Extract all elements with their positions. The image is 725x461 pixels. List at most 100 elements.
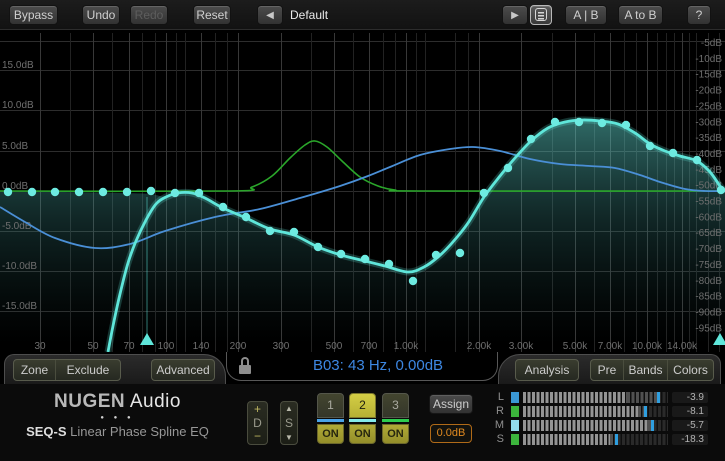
spline-node[interactable] (717, 186, 725, 194)
exclude-button[interactable]: Exclude (56, 360, 120, 380)
peak-marker (615, 434, 618, 445)
db-axis-label-left: 15.0dB (2, 60, 34, 71)
db-axis-label-right: -60dB (695, 212, 722, 223)
ab-compare-button[interactable]: A | B (565, 5, 607, 25)
zone-exclude-group: Zone Exclude (13, 359, 121, 381)
spline-node[interactable] (337, 250, 345, 258)
spline-node[interactable] (123, 188, 131, 196)
list-icon (535, 8, 547, 21)
meter-row-r: R -8.1 (0, 406, 725, 417)
level-meter (523, 420, 668, 431)
level-meter (523, 406, 668, 417)
meter-label: R (490, 406, 504, 417)
a-to-b-button[interactable]: A to B (618, 5, 663, 25)
advanced-button[interactable]: Advanced (151, 359, 215, 381)
spline-node[interactable] (195, 189, 203, 197)
freq-axis-label: 3.00k (509, 341, 534, 352)
eq-graph[interactable]: 15.0dB10.0dB5.0dB0.0dB-5.0dB-10.0dB-15.0… (0, 30, 725, 352)
spline-node[interactable] (504, 164, 512, 172)
meter-row-s: S -18.3 (0, 434, 725, 445)
view-toggle-group: Pre Bands Colors (590, 359, 714, 381)
db-axis-label-right: -55dB (695, 197, 722, 208)
freq-axis-label: 1.00k (394, 341, 419, 352)
level-meter (523, 434, 668, 445)
status-panel-right: Analysis Pre Bands Colors (498, 354, 721, 384)
spline-node[interactable] (409, 277, 417, 285)
spline-node[interactable] (480, 189, 488, 197)
freq-axis-label: 7.00k (598, 341, 623, 352)
spline-node[interactable] (669, 149, 677, 157)
freq-axis-label: 700 (361, 341, 378, 352)
freq-axis-label: 300 (273, 341, 290, 352)
spectrum-fill (0, 120, 725, 352)
spline-node[interactable] (147, 187, 155, 195)
spline-node[interactable] (314, 243, 322, 251)
db-axis-label-right: -70dB (695, 244, 722, 255)
freq-axis-label: 200 (230, 341, 247, 352)
spline-node[interactable] (99, 188, 107, 196)
freq-axis-label: 70 (123, 341, 135, 352)
db-axis-label-right: -65dB (695, 228, 722, 239)
previous-preset-icon[interactable]: ◀ (257, 5, 283, 25)
freq-axis-label: 100 (158, 341, 175, 352)
meter-row-l: L -3.9 (0, 392, 725, 403)
spline-node[interactable] (575, 118, 583, 126)
redo-button[interactable]: Redo (130, 5, 168, 25)
meter-label: L (490, 392, 504, 403)
db-axis-label-right: -5dB (701, 38, 722, 49)
preset-list-button[interactable] (530, 5, 552, 25)
db-axis-label-left: -10.0dB (2, 261, 37, 272)
readout-notch: B03: 43 Hz, 0.00dB (226, 352, 498, 381)
spline-node[interactable] (598, 119, 606, 127)
next-preset-icon[interactable]: ▶ (502, 5, 528, 25)
spline-node[interactable] (75, 188, 83, 196)
db-axis-label-left: -15.0dB (2, 301, 37, 312)
peak-marker (644, 406, 647, 417)
db-axis-label-right: -10dB (695, 54, 722, 65)
freq-axis-label: 140 (193, 341, 210, 352)
lock-icon[interactable] (239, 357, 251, 374)
eq-graph-area[interactable]: 15.0dB10.0dB5.0dB0.0dB-5.0dB-10.0dB-15.0… (0, 30, 725, 352)
meter-value: -5.7 (672, 420, 708, 431)
spline-node[interactable] (51, 188, 59, 196)
reset-button[interactable]: Reset (193, 5, 231, 25)
bottom-panel: NUGEN Audio ● ● ● SEQ-S Linear Phase Spl… (0, 384, 725, 461)
db-axis-label-right: -75dB (695, 260, 722, 271)
spline-node[interactable] (28, 188, 36, 196)
channel-color-swatch (511, 434, 519, 445)
undo-button[interactable]: Undo (82, 5, 120, 25)
preset-name[interactable]: Default (290, 8, 328, 22)
spline-node[interactable] (242, 213, 250, 221)
spline-node[interactable] (171, 189, 179, 197)
spline-node[interactable] (622, 121, 630, 129)
zone-button[interactable]: Zone (14, 360, 56, 380)
bands-button[interactable]: Bands (624, 360, 668, 380)
spline-node[interactable] (693, 156, 701, 164)
spline-node[interactable] (266, 227, 274, 235)
freq-axis-label: 30 (34, 341, 46, 352)
toolbar: Bypass Undo Redo Reset ◀ Default ▶ A | B… (0, 0, 725, 30)
channel-color-swatch (511, 392, 519, 403)
db-axis-label-left: 5.0dB (2, 141, 28, 152)
pre-button[interactable]: Pre (591, 360, 624, 380)
seq-s-plugin-window: Bypass Undo Redo Reset ◀ Default ▶ A | B… (0, 0, 725, 461)
freq-axis-label: 14.00k (667, 341, 698, 352)
db-axis-label-right: -15dB (695, 70, 722, 81)
db-axis-label-right: -20dB (695, 86, 722, 97)
spline-node[interactable] (219, 203, 227, 211)
spline-node[interactable] (551, 118, 559, 126)
spline-node[interactable] (361, 255, 369, 263)
spline-node[interactable] (290, 228, 298, 236)
spline-node[interactable] (4, 188, 12, 196)
help-button[interactable]: ? (687, 5, 711, 25)
spline-node[interactable] (456, 249, 464, 257)
spline-node[interactable] (432, 251, 440, 259)
spline-node[interactable] (527, 135, 535, 143)
bypass-button[interactable]: Bypass (9, 5, 58, 25)
channel-color-swatch (511, 420, 519, 431)
spline-node[interactable] (385, 260, 393, 268)
colors-button[interactable]: Colors (668, 360, 713, 380)
spline-node[interactable] (646, 142, 654, 150)
analysis-button[interactable]: Analysis (515, 359, 579, 381)
meter-value: -18.3 (672, 434, 708, 445)
